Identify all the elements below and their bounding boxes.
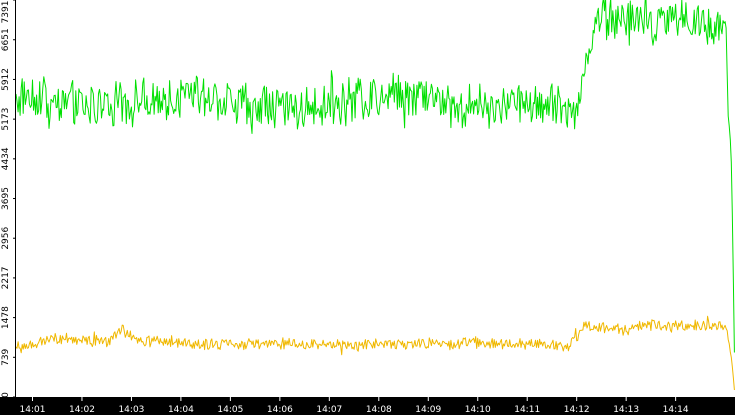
y-tick-label: 2217 (1, 266, 11, 289)
x-tick-label: 14:06 (267, 405, 293, 415)
x-tick-label: 14:02 (69, 405, 95, 415)
y-tick-label: 2956 (1, 226, 11, 249)
x-tick-label: 14:04 (168, 405, 194, 415)
y-tick-label: 6651 (1, 28, 11, 51)
y-tick-label: 1478 (1, 306, 11, 329)
x-tick-label: 14:09 (415, 405, 441, 415)
x-tick-label: 14:03 (118, 405, 144, 415)
y-tick-label: 5912 (1, 68, 11, 91)
x-tick-label: 14:07 (316, 405, 342, 415)
chart: 0 739 1478 2217 2956 3695 4434 5173 5912 6651 7391… (0, 0, 735, 415)
x-tick-label: 14:05 (217, 405, 243, 415)
y-tick-label: 7391 (1, 1, 11, 24)
x-tick-label: 14:13 (613, 405, 639, 415)
y-tick-label: 3695 (1, 187, 11, 210)
y-tick-label: 5173 (1, 108, 11, 131)
x-tick-label: 14:01 (20, 405, 46, 415)
y-tick-label: 0 (1, 392, 11, 398)
x-tick-label: 14:11 (514, 405, 540, 415)
y-tick-label: 4434 (1, 147, 11, 170)
series-line-2 (15, 315, 735, 391)
x-tick-label: 14:08 (366, 405, 392, 415)
axes: 0 739 1478 2217 2956 3695 4434 5173 5912 6651 7391… (0, 0, 735, 415)
series-line-1 (15, 0, 735, 353)
x-tick-label: 14:12 (564, 405, 590, 415)
chart-svg: 0 739 1478 2217 2956 3695 4434 5173 5912 6651 7391… (0, 0, 735, 415)
series-layer (15, 0, 735, 391)
x-tick-label: 14:14 (663, 405, 689, 415)
x-tick-label: 14:10 (465, 405, 491, 415)
y-tick-label: 739 (1, 348, 11, 365)
